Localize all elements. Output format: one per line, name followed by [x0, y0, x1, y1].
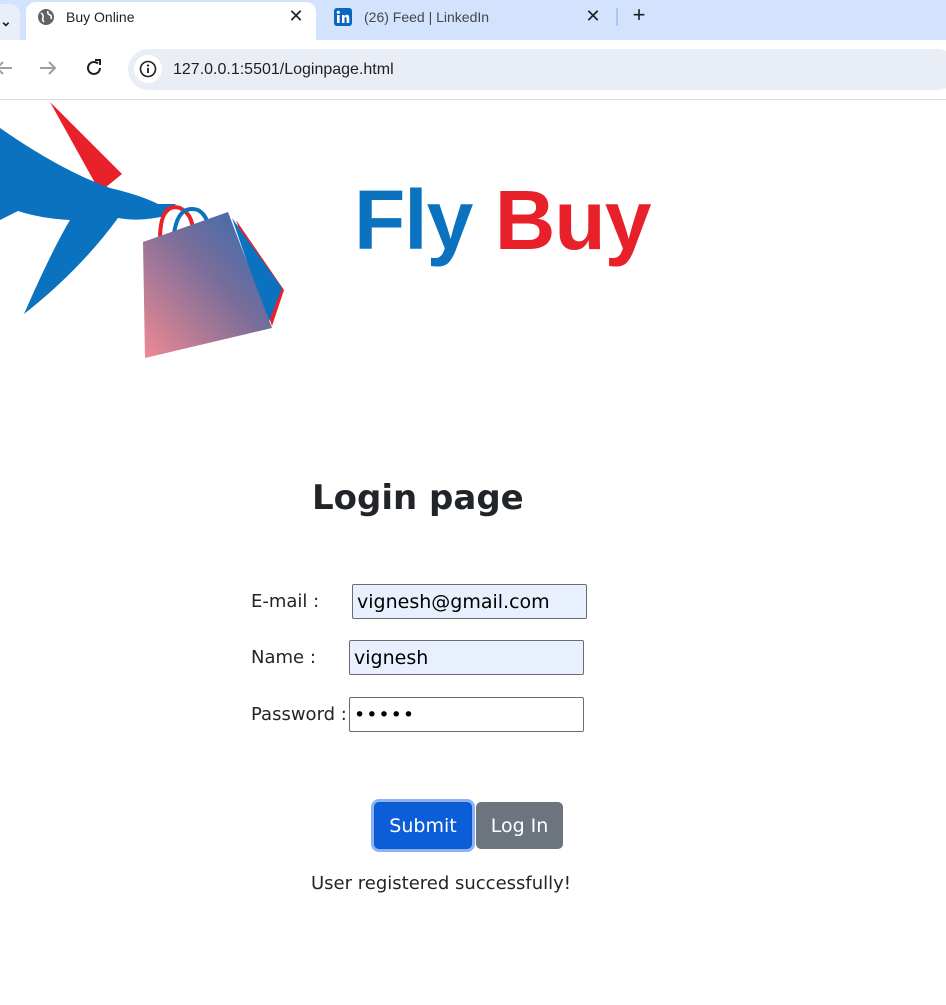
tab-separator: [616, 8, 618, 26]
info-icon: [139, 60, 157, 78]
page-title: Login page: [312, 478, 524, 518]
site-info-button[interactable]: [134, 55, 162, 83]
chevron-down-icon[interactable]: ⌄: [0, 13, 12, 30]
linkedin-icon: [334, 8, 352, 26]
tab-title: (26) Feed | LinkedIn: [364, 9, 490, 25]
tab-title: Buy Online: [66, 9, 135, 25]
name-field[interactable]: [349, 640, 584, 675]
close-tab-icon[interactable]: ✕: [286, 6, 306, 26]
address-bar[interactable]: 127.0.0.1:5501/Loginpage.html: [128, 49, 946, 90]
previous-tab-edge[interactable]: ⌄: [0, 4, 20, 40]
name-label: Name :: [251, 647, 316, 668]
fly-buy-bird-logo: [0, 102, 284, 358]
tab-buy-online[interactable]: Buy Online ✕: [26, 2, 316, 40]
browser-toolbar: 127.0.0.1:5501/Loginpage.html: [0, 40, 946, 100]
tab-strip: ⌄ Buy Online ✕ (26) Feed | LinkedIn ✕ +: [0, 0, 946, 40]
brand-word-buy: Buy: [494, 173, 652, 267]
close-tab-icon[interactable]: ✕: [583, 6, 603, 26]
url-text[interactable]: 127.0.0.1:5501/Loginpage.html: [173, 61, 394, 79]
new-tab-button[interactable]: +: [628, 4, 650, 26]
reload-icon[interactable]: [82, 56, 106, 80]
log-in-button[interactable]: Log In: [476, 802, 563, 849]
forward-arrow-icon[interactable]: [36, 56, 60, 80]
brand-wordmark: Fly Buy: [354, 170, 652, 270]
tab-linkedin[interactable]: (26) Feed | LinkedIn ✕: [320, 2, 610, 38]
status-message: User registered successfully!: [311, 873, 572, 894]
brand-word-fly: Fly: [354, 173, 473, 267]
email-label: E-mail :: [251, 591, 320, 612]
password-label: Password :: [251, 704, 347, 725]
submit-button[interactable]: Submit: [374, 802, 472, 849]
back-arrow-icon[interactable]: [0, 56, 16, 80]
email-field[interactable]: [352, 584, 587, 619]
password-field[interactable]: [349, 697, 584, 732]
globe-icon: [38, 9, 54, 25]
